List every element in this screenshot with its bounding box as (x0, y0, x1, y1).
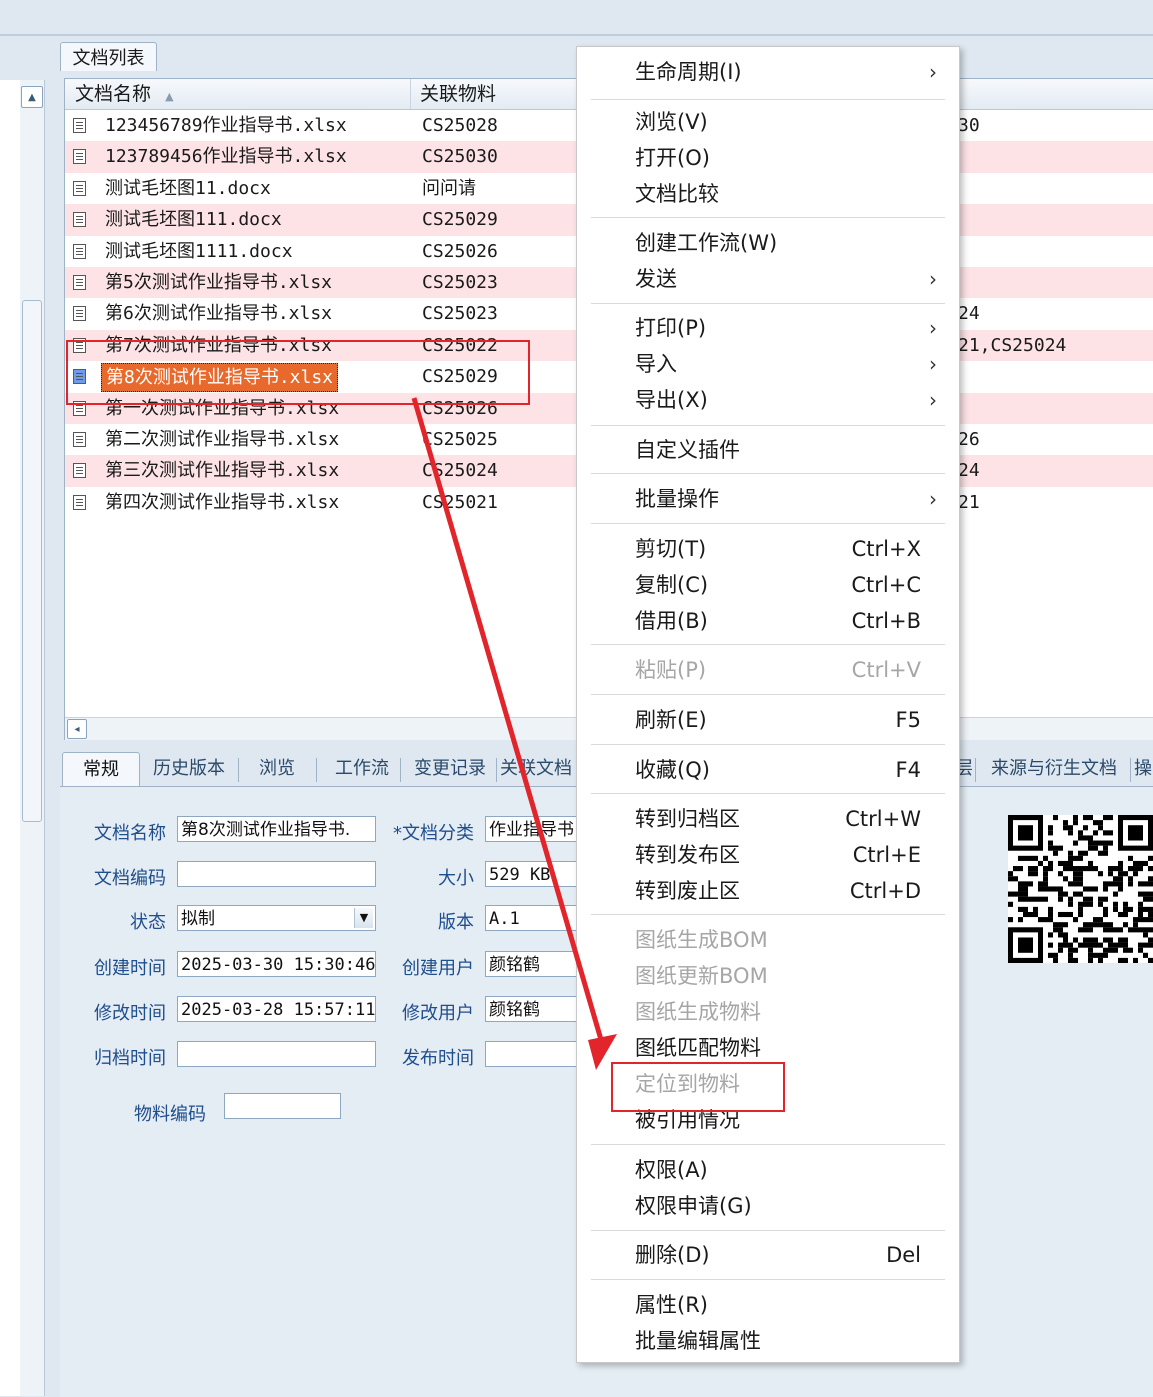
arrow-head-icon (588, 1034, 617, 1070)
arrow-line (411, 397, 607, 1051)
annotation-arrow (411, 397, 617, 1070)
